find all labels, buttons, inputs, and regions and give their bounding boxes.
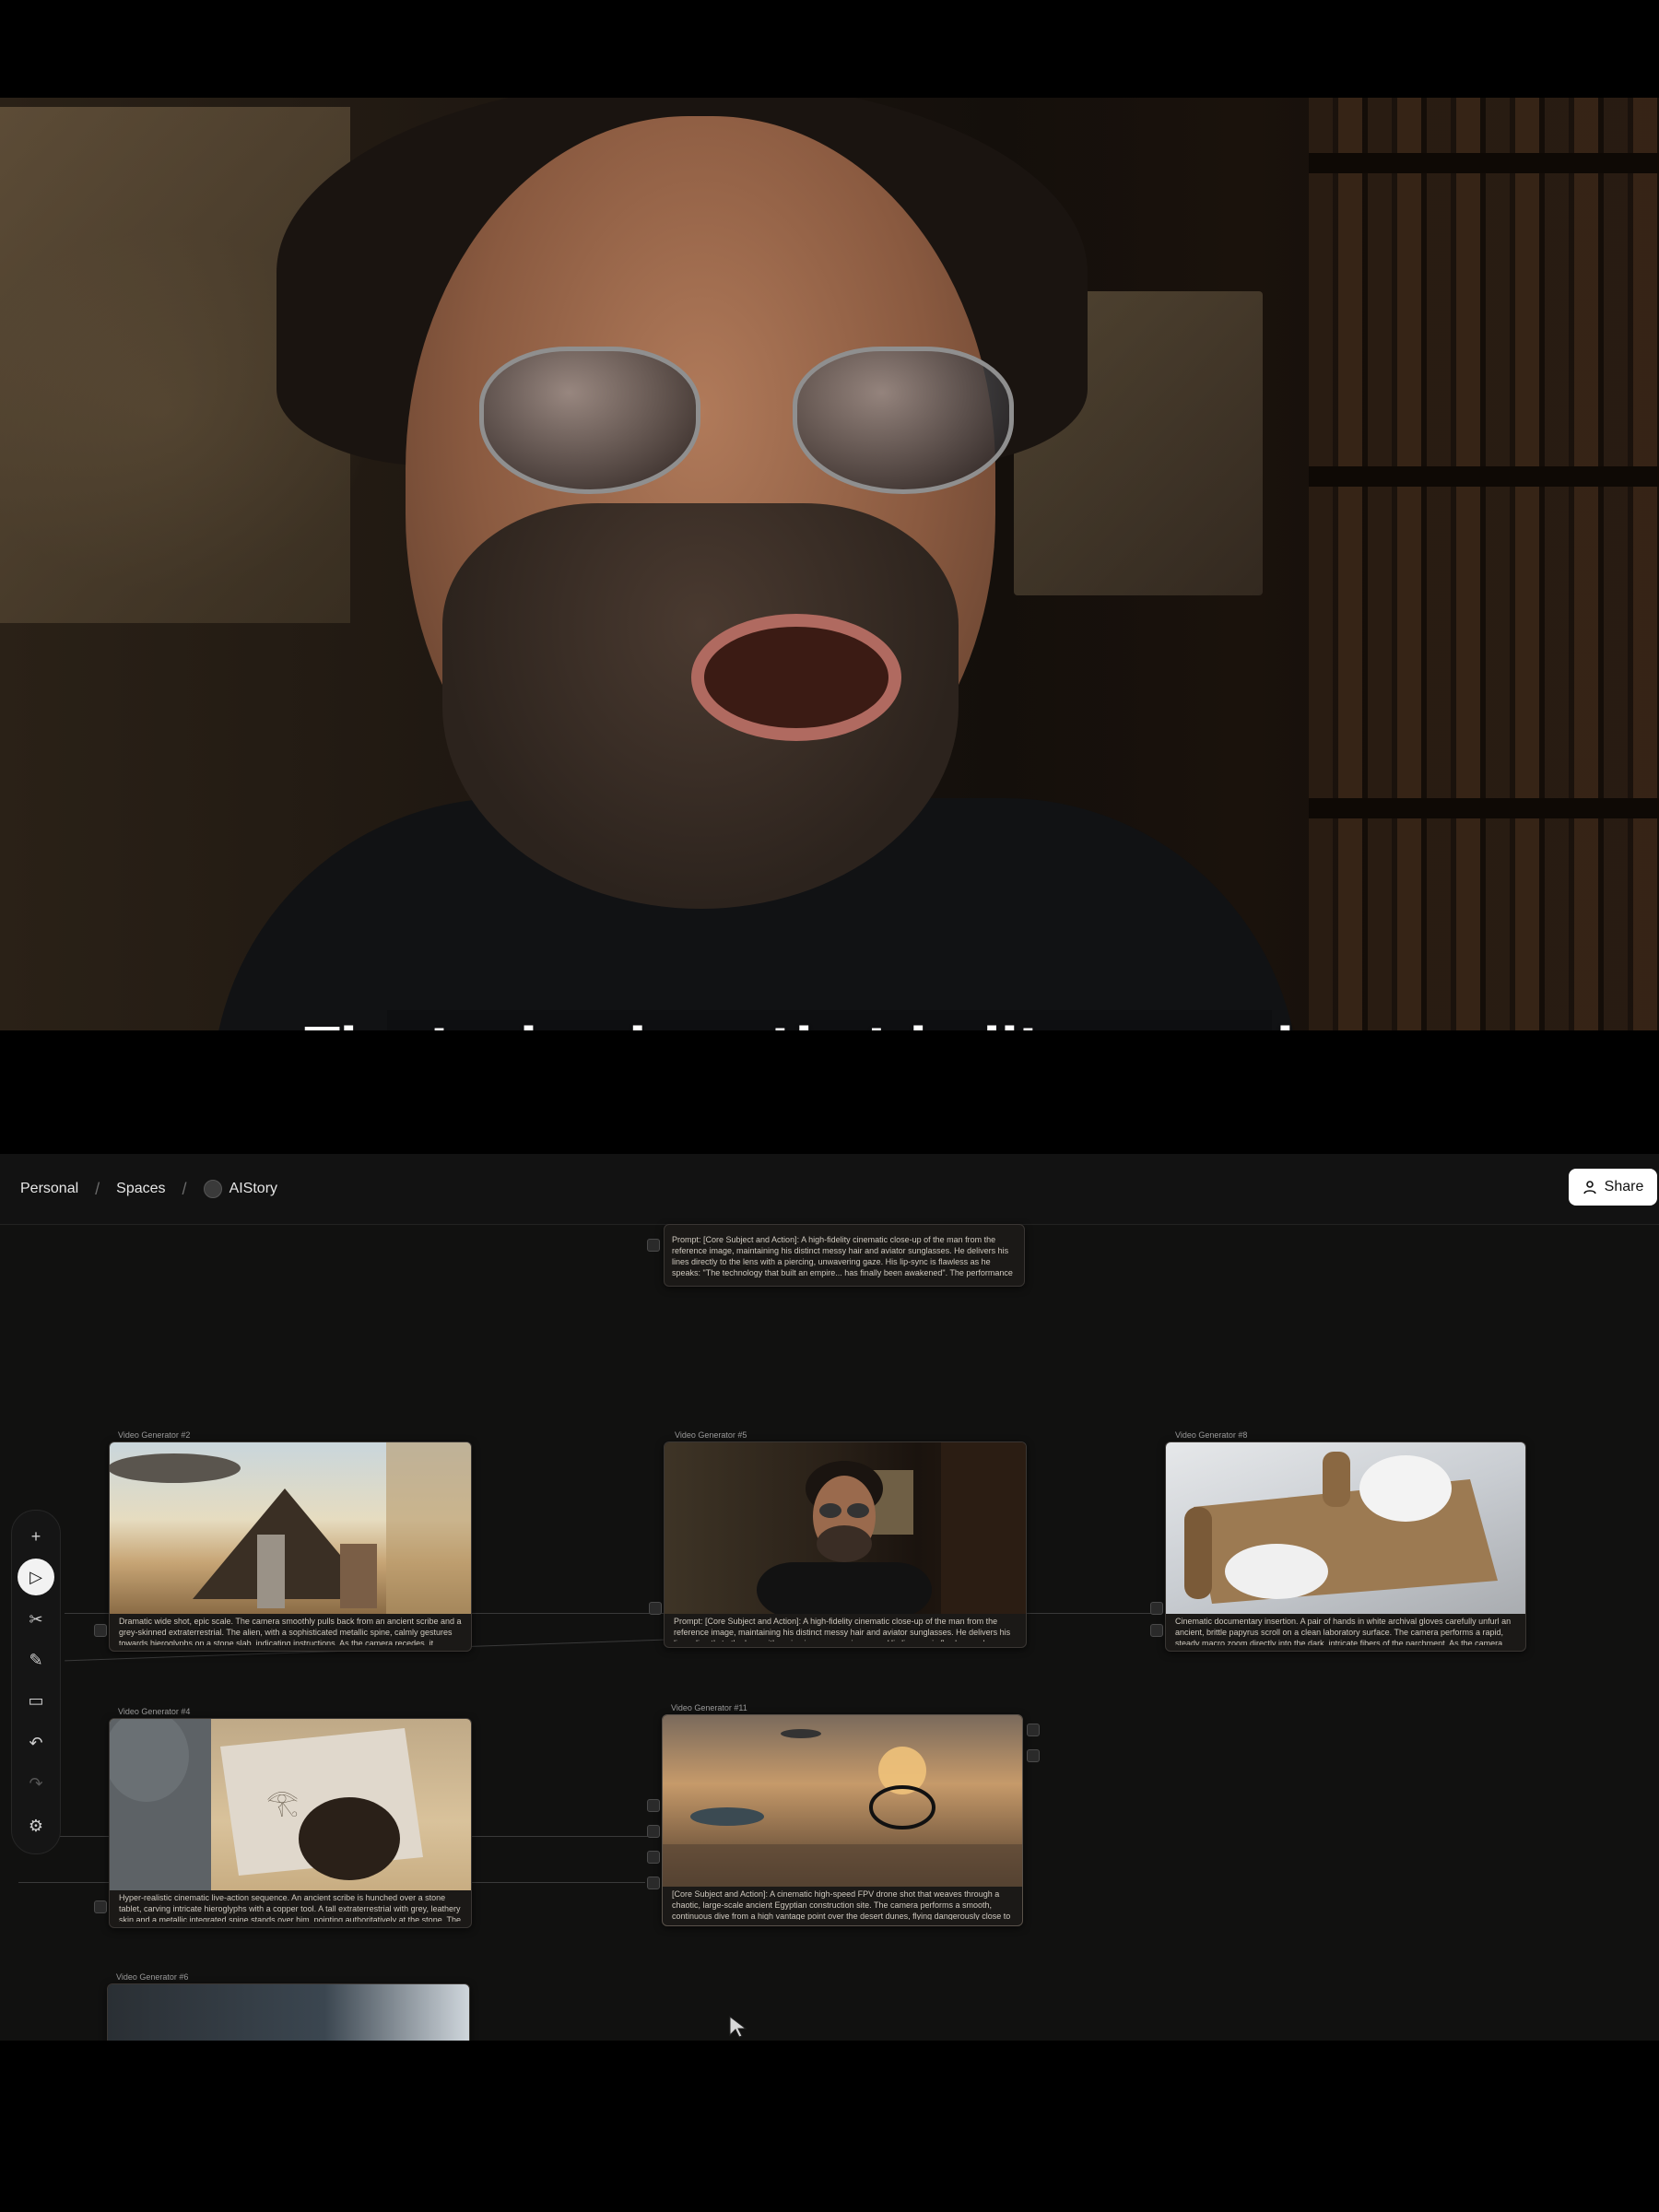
- node-title: Video Generator #8: [1175, 1430, 1248, 1440]
- node-title: Video Generator #4: [118, 1707, 191, 1716]
- node-port[interactable]: [647, 1239, 660, 1252]
- video-node-8[interactable]: Cinematic documentary insertion. A pair …: [1165, 1441, 1526, 1652]
- node-title: Video Generator #2: [118, 1430, 191, 1440]
- top-bar: Personal / Spaces / AIStory Share: [0, 1154, 1659, 1225]
- node-port[interactable]: [94, 1900, 107, 1913]
- bookshelf: [1309, 98, 1659, 1030]
- play-icon[interactable]: ▷: [18, 1559, 54, 1595]
- breadcrumb-space-name[interactable]: AIStory: [229, 1181, 277, 1197]
- node-title: Video Generator #6: [116, 1972, 189, 1982]
- speaker-scene-image: [757, 1442, 1026, 1614]
- pyramid-scene-image: [110, 1442, 471, 1614]
- node-port[interactable]: [647, 1825, 660, 1838]
- share-icon: [1583, 1181, 1596, 1194]
- share-button[interactable]: Share: [1569, 1169, 1657, 1206]
- node-port[interactable]: [1027, 1724, 1040, 1736]
- node-thumbnail: 𓂀: [110, 1719, 471, 1890]
- space-avatar-icon: [203, 1180, 222, 1198]
- node-canvas-app: Personal / Spaces / AIStory Share Prompt…: [0, 1154, 1659, 2041]
- node-title: Video Generator #5: [675, 1430, 747, 1440]
- node-port[interactable]: [649, 1602, 662, 1615]
- node-port[interactable]: [647, 1851, 660, 1864]
- node-thumbnail: [110, 1442, 471, 1614]
- scissors-icon[interactable]: ✂: [18, 1601, 54, 1638]
- scribe-scene-image: 𓂀: [110, 1719, 423, 1890]
- video-node-6[interactable]: [107, 1983, 470, 2041]
- comment-icon[interactable]: ▭: [18, 1682, 54, 1719]
- node-thumbnail: [1166, 1442, 1525, 1614]
- svg-text:𓂀: 𓂀: [266, 1787, 299, 1818]
- video-node-4[interactable]: 𓂀 Hyper-realistic cinematic live-action …: [109, 1718, 472, 1928]
- node-thumbnail: [108, 1984, 469, 2041]
- add-icon[interactable]: +: [18, 1518, 54, 1555]
- sunglasses-right-lens: [793, 347, 1014, 494]
- speaker-mouth: [691, 614, 901, 741]
- node-title: Video Generator #11: [671, 1703, 747, 1712]
- sunglasses-left-lens: [479, 347, 700, 494]
- left-toolbar: + ▷ ✂ ✎ ▭ ↶ ↷ ⚙: [11, 1510, 61, 1854]
- video-subtitle: The technology that built an empire: [0, 1018, 1659, 1030]
- pen-icon[interactable]: ✎: [18, 1641, 54, 1678]
- node-thumbnail: [663, 1715, 1022, 1887]
- node-port[interactable]: [1150, 1602, 1163, 1615]
- node-thumbnail: [665, 1442, 1026, 1614]
- node-port[interactable]: [1027, 1749, 1040, 1762]
- node-port[interactable]: [647, 1799, 660, 1812]
- video-node-5[interactable]: Prompt: [Core Subject and Action]: A hig…: [664, 1441, 1027, 1648]
- video-node-11[interactable]: [Core Subject and Action]: A cinematic h…: [662, 1714, 1023, 1926]
- video-node-2[interactable]: Dramatic wide shot, epic scale. The came…: [109, 1441, 472, 1652]
- mouse-cursor-icon: [729, 2015, 747, 2038]
- video-node-top[interactable]: Prompt: [Core Subject and Action]: A hig…: [664, 1224, 1025, 1287]
- papyrus-scroll-image: [1184, 1452, 1498, 1604]
- drone-battle-image: [663, 1729, 1022, 1887]
- node-port[interactable]: [647, 1877, 660, 1889]
- video-frame: The technology that built an empire: [0, 98, 1659, 1030]
- undo-icon[interactable]: ↶: [18, 1724, 54, 1761]
- redo-icon[interactable]: ↷: [18, 1765, 54, 1802]
- breadcrumb-spaces[interactable]: Spaces: [116, 1181, 165, 1197]
- settings-icon[interactable]: ⚙: [18, 1807, 54, 1844]
- node-port[interactable]: [1150, 1624, 1163, 1637]
- breadcrumb-personal[interactable]: Personal: [20, 1181, 78, 1197]
- node-port[interactable]: [94, 1624, 107, 1637]
